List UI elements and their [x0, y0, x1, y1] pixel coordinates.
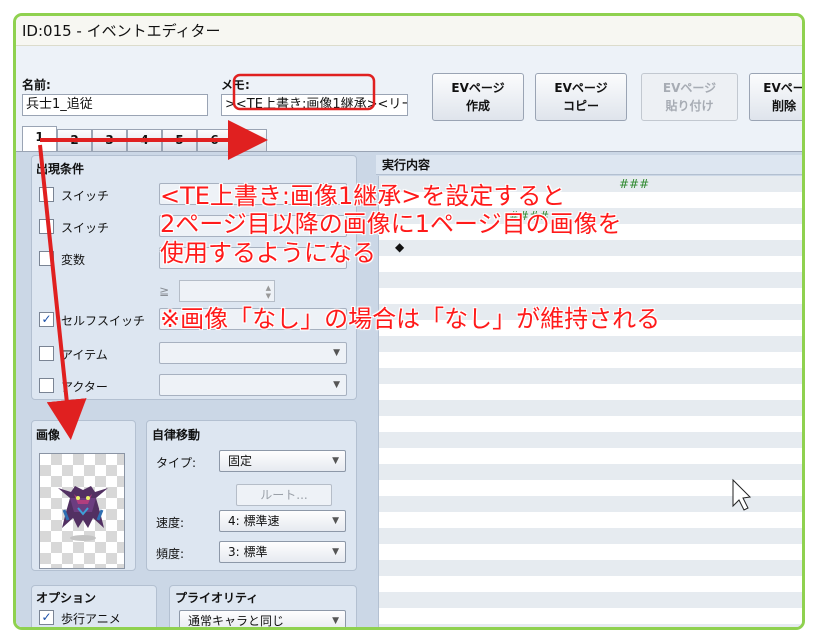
- annotation-line-3: 使用するようになる: [160, 239, 376, 267]
- annotation-line-4: ※画像「なし」の場合は「なし」が維持される: [160, 305, 661, 333]
- memo-highlight-box: [232, 73, 376, 111]
- image-arrow-icon: [38, 144, 87, 440]
- mouse-cursor-icon: [732, 478, 752, 511]
